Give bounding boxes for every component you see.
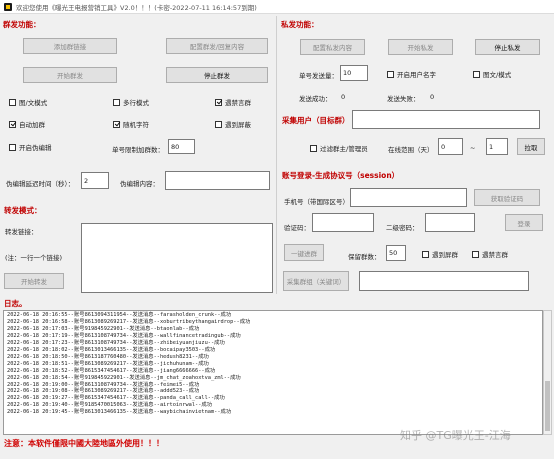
forward-link-label: 转发链接： xyxy=(5,228,38,236)
pwd2-input[interactable] xyxy=(425,213,475,232)
log-heading: 日志。 xyxy=(4,299,27,308)
checkbox-checked-icon[interactable] xyxy=(9,120,16,128)
range-from-input[interactable]: 0 xyxy=(438,138,463,155)
fake-delay-input[interactable]: 2 xyxy=(81,172,109,189)
log-scrollbar[interactable] xyxy=(543,310,552,435)
opt-image-text[interactable]: 图/文模式 xyxy=(9,97,47,107)
log-line: 2022-06-18 20:16:58--账号8613089269217--发送… xyxy=(7,318,251,325)
config-private-content-button[interactable]: 配置私发内容 xyxy=(300,39,365,55)
fake-content-input[interactable] xyxy=(165,171,270,190)
checkbox-icon[interactable] xyxy=(473,70,480,78)
opt-username[interactable]: 开启用户名字 xyxy=(387,69,436,79)
checkbox-checked-icon[interactable] xyxy=(113,120,120,128)
join-limit-label: 单号限制加群数： xyxy=(112,146,164,154)
checkbox-icon[interactable] xyxy=(472,250,479,258)
start-forward-button[interactable]: 开始转发 xyxy=(4,273,64,289)
login-button[interactable]: 登录 xyxy=(505,214,543,231)
log-line: 2022-06-18 20:17:19--账号8613108749734--发送… xyxy=(7,332,241,339)
collect-heading: 采集用户（目标群） xyxy=(282,116,350,125)
app-icon xyxy=(4,2,12,11)
keep-groups-input[interactable]: 50 xyxy=(386,245,406,261)
phone-label: 手机号（带国际区号） xyxy=(284,198,349,206)
log-line: 2022-06-18 20:16:55--账号8613094311954--发送… xyxy=(7,312,232,318)
start-group-send-button[interactable]: 开始群发 xyxy=(23,67,117,83)
scrollbar-thumb[interactable] xyxy=(545,381,550,431)
opt-mute-group[interactable]: 遇禁言群 xyxy=(472,249,508,259)
keep-groups-label: 保留群数： xyxy=(348,253,381,261)
forward-heading: 转发模式： xyxy=(4,206,42,215)
opt-auto-block[interactable]: 遇到屏蔽 xyxy=(215,119,251,129)
opt-auto-join[interactable]: 自动加群 xyxy=(9,119,45,129)
opt-random-char[interactable]: 随机字符 xyxy=(113,119,149,129)
checkbox-icon[interactable] xyxy=(310,144,317,152)
fake-delay-label: 伪编辑延迟时间（秒）： xyxy=(6,180,75,188)
log-line: 2022-06-18 20:19:45--账号8613013466135--发送… xyxy=(7,409,232,416)
log-line: 2022-06-18 20:17:03--账号919845922901--发送消… xyxy=(7,325,200,332)
checkbox-icon[interactable] xyxy=(215,120,222,128)
checkbox-checked-icon[interactable] xyxy=(215,98,222,106)
range-to-input[interactable]: 1 xyxy=(486,138,508,155)
one-click-join-button[interactable]: 一键进群 xyxy=(284,244,324,261)
pull-button[interactable]: 拉取 xyxy=(517,138,545,155)
range-separator: ~ xyxy=(470,144,476,152)
opt-skip-muted[interactable]: 遇禁言群 xyxy=(215,97,251,107)
code-input[interactable] xyxy=(312,213,374,232)
send-fail-value: 0 xyxy=(430,93,435,101)
send-count-input[interactable]: 10 xyxy=(340,65,368,81)
phone-input[interactable] xyxy=(350,188,467,207)
checkbox-icon[interactable] xyxy=(422,250,429,258)
send-fail-label: 发送失败： xyxy=(387,95,420,103)
fake-content-label: 伪编辑内容： xyxy=(120,180,159,188)
stop-private-send-button[interactable]: 停止私发 xyxy=(475,39,540,55)
online-range-label: 在线范围（天） xyxy=(388,146,434,154)
code-label: 验证码： xyxy=(284,224,310,232)
get-code-button[interactable]: 获取验证码 xyxy=(474,189,540,206)
window-title: 欢迎您使用《曝光王电报营销工具》V2.0！！！(卡密-2022-07-11 16… xyxy=(16,3,257,12)
start-private-send-button[interactable]: 开始私发 xyxy=(388,39,453,55)
opt-filter-admin[interactable]: 过滤群主/管理员 xyxy=(310,143,368,153)
join-limit-input[interactable]: 80 xyxy=(168,139,195,154)
log-textarea[interactable]: 2022-06-18 20:16:55--账号8613094311954--发送… xyxy=(3,310,543,435)
opt-multiline[interactable]: 多行模式 xyxy=(113,97,149,107)
config-group-content-button[interactable]: 配置群发/回复内容 xyxy=(166,38,268,54)
account-heading: 账号登录-生成协议号（session） xyxy=(282,171,400,180)
panel-divider xyxy=(276,16,277,294)
forward-links-textarea[interactable] xyxy=(81,223,273,293)
add-group-link-button[interactable]: 添加群链接 xyxy=(23,38,117,54)
log-line: 2022-06-18 20:17:23--账号8613108749734--发送… xyxy=(7,339,225,346)
private-heading: 私发功能： xyxy=(281,20,319,29)
checkbox-icon[interactable] xyxy=(9,143,16,151)
checkbox-icon[interactable] xyxy=(387,70,394,78)
keyword-input[interactable] xyxy=(359,271,529,291)
title-bar: 欢迎您使用《曝光王电报营销工具》V2.0！！！(卡密-2022-07-11 16… xyxy=(0,0,554,14)
group-heading: 群发功能： xyxy=(3,20,41,29)
watermark-text: 知乎 @TG曝光王-江海 xyxy=(400,429,511,442)
opt-block-group[interactable]: 遇到屏群 xyxy=(422,249,458,259)
log-line: 2022-06-18 20:18:52--账号8615347454617--发送… xyxy=(7,367,216,374)
pwd2-label: 二级密码： xyxy=(386,224,419,232)
log-line: 2022-06-18 20:18:02--账号8613013466135--发送… xyxy=(7,346,216,353)
collect-target-input[interactable] xyxy=(352,110,540,129)
stop-group-send-button[interactable]: 停止群发 xyxy=(166,67,268,83)
opt-fake-edit[interactable]: 开启伪编辑 xyxy=(9,142,52,152)
opt-private-image-text[interactable]: 图文/模式 xyxy=(473,69,511,79)
send-success-value: 0 xyxy=(341,93,346,101)
send-count-label: 单号发送量： xyxy=(299,72,338,80)
collect-by-keyword-button[interactable]: 采集群组（关键词） xyxy=(283,271,349,291)
footer-notice: 注意：本软件僅限中國大陸地區外使用！！！ xyxy=(4,439,164,448)
send-success-label: 发送成功： xyxy=(299,95,332,103)
forward-note: (注：一行一个链接) xyxy=(5,254,63,262)
log-line: 2022-06-18 20:18:50--账号8613187760480--发送… xyxy=(7,353,209,360)
checkbox-icon[interactable] xyxy=(113,98,120,106)
checkbox-icon[interactable] xyxy=(9,98,16,106)
log-line: 2022-06-18 20:18:54--账号919845922901--发送消… xyxy=(7,374,241,381)
log-line: 2022-06-18 20:18:51--账号8613089269217--发送… xyxy=(7,360,209,367)
